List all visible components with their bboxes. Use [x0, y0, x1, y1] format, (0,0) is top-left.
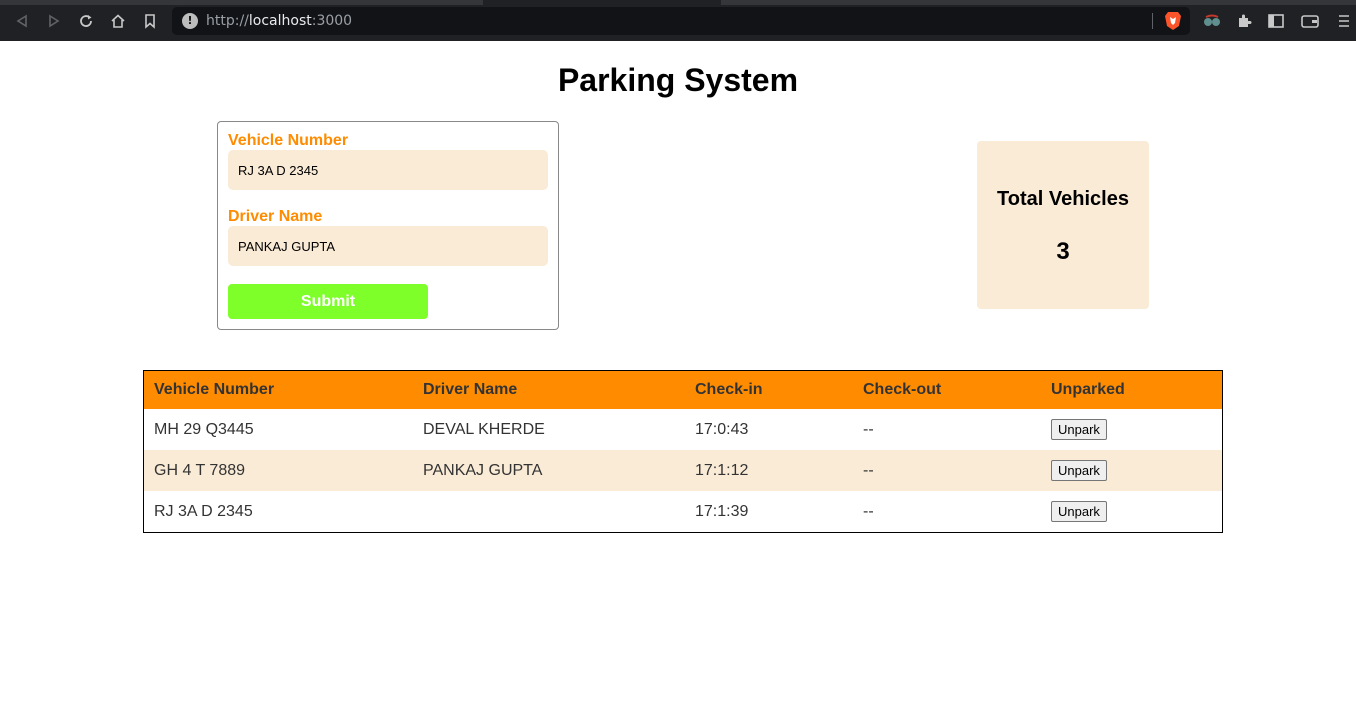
- total-vehicles-label: Total Vehicles: [997, 188, 1129, 210]
- home-icon[interactable]: [107, 10, 129, 32]
- unpark-button[interactable]: Unpark: [1051, 460, 1107, 481]
- table-row: GH 4 T 7889 PANKAJ GUPTA 17:1:12 -- Unpa…: [144, 450, 1222, 491]
- cell-action: Unpark: [1041, 409, 1222, 450]
- page-title: Parking System: [557, 62, 799, 98]
- bookmark-icon[interactable]: [139, 10, 161, 32]
- forward-icon[interactable]: [43, 10, 65, 32]
- sidebar-icon[interactable]: [1265, 10, 1287, 32]
- total-vehicles-count: 3: [1056, 238, 1070, 265]
- address-divider: [1152, 13, 1153, 29]
- active-tab[interactable]: [483, 0, 721, 5]
- cell-driver-name: PANKAJ GUPTA: [423, 461, 543, 479]
- header-unparked: Unparked: [1051, 381, 1125, 398]
- tab-strip: [0, 0, 1356, 5]
- site-info-icon[interactable]: !: [182, 13, 198, 29]
- header-check-in: Check-in: [695, 381, 763, 398]
- driver-name-input[interactable]: [228, 226, 548, 266]
- reload-icon[interactable]: [75, 10, 97, 32]
- extensions-puzzle-icon[interactable]: [1233, 10, 1255, 32]
- cell-action: Unpark: [1041, 491, 1222, 532]
- cell-check-out: --: [863, 461, 874, 479]
- table-header-row: Vehicle Number Driver Name Check-in Chec…: [144, 371, 1222, 409]
- url-text[interactable]: http://localhost:3000: [206, 13, 352, 29]
- menu-icon[interactable]: [1333, 10, 1355, 32]
- table-row: RJ 3A D 2345 17:1:39 -- Unpark: [144, 491, 1222, 532]
- cell-vehicle-number: MH 29 Q3445: [154, 420, 254, 438]
- back-icon[interactable]: [11, 10, 33, 32]
- cell-driver-name: [413, 491, 685, 532]
- cell-check-out: --: [863, 502, 874, 520]
- cell-check-in: 17:1:12: [695, 461, 749, 479]
- cell-check-in: 17:0:43: [695, 420, 749, 438]
- header-vehicle-number: Vehicle Number: [154, 381, 275, 398]
- extension-glasses-icon[interactable]: [1201, 10, 1223, 32]
- address-bar[interactable]: ! http://localhost:3000: [172, 7, 1190, 35]
- cell-vehicle-number: GH 4 T 7889: [154, 461, 246, 479]
- cell-driver-name: DEVAL KHERDE: [423, 420, 545, 438]
- unpark-button[interactable]: Unpark: [1051, 501, 1107, 522]
- unpark-button[interactable]: Unpark: [1051, 419, 1107, 440]
- vehicle-number-label: Vehicle Number: [228, 132, 349, 149]
- parking-form: Vehicle Number Driver Name Submit: [217, 121, 559, 330]
- vehicle-number-input[interactable]: [228, 150, 548, 190]
- brave-shields-icon[interactable]: [1164, 11, 1182, 31]
- wallet-icon[interactable]: [1299, 10, 1321, 32]
- browser-toolbar: ! http://localhost:3000: [0, 0, 1356, 41]
- cell-check-out: --: [863, 420, 874, 438]
- cell-action: Unpark: [1041, 450, 1222, 491]
- submit-button[interactable]: Submit: [228, 284, 428, 319]
- header-driver-name: Driver Name: [423, 381, 518, 398]
- header-check-out: Check-out: [863, 381, 942, 398]
- cell-vehicle-number: RJ 3A D 2345: [154, 502, 253, 520]
- driver-name-label: Driver Name: [228, 208, 323, 225]
- vehicles-table: Vehicle Number Driver Name Check-in Chec…: [143, 370, 1223, 533]
- total-vehicles-card: Total Vehicles 3: [977, 141, 1149, 309]
- cell-check-in: 17:1:39: [695, 502, 749, 520]
- table-row: MH 29 Q3445 DEVAL KHERDE 17:0:43 -- Unpa…: [144, 409, 1222, 450]
